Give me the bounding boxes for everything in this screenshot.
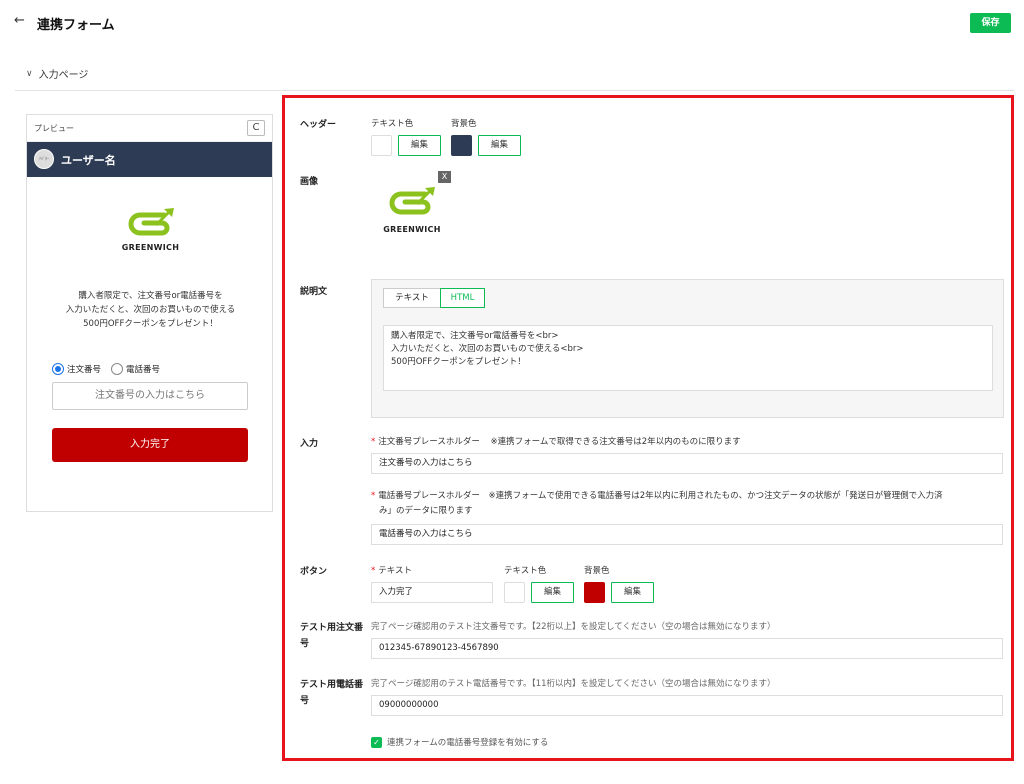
test-phone-hint: 完了ページ確認用のテスト電話番号です。【11桁以内】を設定してください（空の場合… [371,679,776,689]
order-placeholder-label: 注文番号プレースホルダー [378,437,480,447]
description-editor: テキスト HTML 購入者限定で、注文番号or電話番号を<br> 入力いただくと… [371,279,1004,418]
preview-order-input[interactable]: 注文番号の入力はこちら [52,382,248,410]
save-button[interactable]: 保存 [970,13,1011,33]
page-title: 連携フォーム [37,18,115,33]
close-icon[interactable]: X [438,171,451,183]
preview-submit-button[interactable]: 入力完了 [52,428,248,462]
test-order-label-line: 号 [300,639,310,649]
radio-unselected-icon[interactable] [111,363,124,375]
logo-text: GREENWICH [121,243,180,252]
radio-selected-icon[interactable] [52,363,64,375]
preview-description-line: 500円OFFクーポンをプレゼント！ [83,319,218,329]
header-text-color-edit-button[interactable]: 編集 [398,135,441,156]
header-bg-color-label: 背景色 [451,119,477,129]
button-bg-color-swatch[interactable] [584,582,605,603]
button-bg-color-edit-button[interactable]: 編集 [611,582,654,603]
radio-order-number[interactable]: 注文番号 [52,363,101,375]
preview-header: プレビュー C [27,115,272,142]
settings-panel: ヘッダー テキスト色 背景色 編集 編集 画像 X GREENWICH 説明文 … [282,95,1014,761]
avatar: ｱﾊﾞﾀｰ [34,149,54,169]
image-thumbnail: GREENWICH [379,186,445,234]
header-bg-color-swatch[interactable] [451,135,472,156]
order-note: ※連携フォームで取得できる注文番号は2年以内のものに限ります [490,437,741,447]
test-phone-label-line: テスト用電話番 [300,680,364,690]
test-phone-label-line: 号 [300,696,310,706]
tab-text[interactable]: テキスト [383,288,441,308]
radio-label: 電話番号 [126,365,161,375]
required-mark: * [371,566,376,576]
order-placeholder-label-row: * 注文番号プレースホルダー ※連携フォームで取得できる注文番号は2年以内のものに… [371,435,741,447]
required-mark: * [371,491,376,501]
test-order-label: テスト用注文番 号 [300,620,363,652]
description-label: 説明文 [300,287,328,297]
divider [15,90,1015,91]
button-text-field[interactable]: 入力完了 [371,582,493,603]
input-label: 入力 [300,439,319,449]
header-label: ヘッダー [300,120,337,130]
test-order-field[interactable]: 012345-67890123-4567890 [371,638,1003,659]
description-textarea[interactable]: 購入者限定で、注文番号or電話番号を<br> 入力いただくと、次回のお買いもので… [383,325,993,391]
preview-description-line: 入力いただくと、次回のお買いもので使える [65,305,236,315]
enable-phone-registration-row[interactable]: ✓ 連携フォームの電話番号登録を有効にする [371,736,548,748]
button-text-label-row: * テキスト [371,564,412,576]
preview-logo: GREENWICH [27,207,274,252]
radio-label: 注文番号 [67,365,102,375]
radio-phone-number[interactable]: 電話番号 [111,363,160,375]
greenwich-logo-icon [389,187,435,215]
input-page-section-toggle[interactable]: ∨ 入力ページ [26,66,89,82]
phone-placeholder-label-row: * 電話番号プレースホルダー ※連携フォームで使用できる電話番号は2年以内に利用さ… [371,489,1003,519]
image-label: 画像 [300,177,319,187]
button-label: ボタン [300,567,328,577]
button-text-color-label: テキスト色 [504,566,547,576]
test-phone-label: テスト用電話番 号 [300,677,363,709]
top-bar: ← 連携フォーム 保存 [0,0,1024,46]
button-text-color-edit-button[interactable]: 編集 [531,582,574,603]
preview-panel: プレビュー C ｱﾊﾞﾀｰ ユーザー名 GREENWICH 購入者限定で、注文番… [26,114,273,512]
checkbox-checked-icon[interactable]: ✓ [371,736,382,748]
username: ユーザー名 [61,154,116,167]
required-mark: * [371,437,376,447]
enable-phone-registration-label: 連携フォームの電話番号登録を有効にする [387,738,549,748]
phone-placeholder-label: 電話番号プレースホルダー [378,491,480,501]
greenwich-logo-icon [128,208,174,236]
order-placeholder-field[interactable]: 注文番号の入力はこちら [371,453,1003,474]
logo-text: GREENWICH [383,225,441,234]
test-phone-field[interactable]: 09000000000 [371,695,1003,716]
input-type-radios: 注文番号 電話番号 [52,363,160,375]
preview-description: 購入者限定で、注文番号or電話番号を 入力いただくと、次回のお買いもので使える … [37,289,264,331]
preview-label: プレビュー [34,124,74,133]
chevron-down-icon: ∨ [26,68,33,79]
refresh-icon[interactable]: C [247,120,265,136]
header-text-color-label: テキスト色 [371,119,414,129]
phone-placeholder-field[interactable]: 電話番号の入力はこちら [371,524,1003,545]
test-order-label-line: テスト用注文番 [300,623,364,633]
section-label: 入力ページ [38,70,89,81]
preview-description-line: 購入者限定で、注文番号or電話番号を [78,291,223,301]
button-text-color-swatch[interactable] [504,582,525,603]
tab-html[interactable]: HTML [440,288,485,308]
phone-note-continued: み」のデータに限ります [379,506,473,516]
header-text-color-swatch[interactable] [371,135,392,156]
header-bg-color-edit-button[interactable]: 編集 [478,135,521,156]
phone-note: ※連携フォームで使用できる電話番号は2年以内に利用されたもの、かつ注文データの状… [488,491,943,501]
button-text-label: テキスト [378,566,412,576]
button-bg-color-label: 背景色 [584,566,610,576]
test-order-hint: 完了ページ確認用のテスト注文番号です。【22桁以上】を設定してください（空の場合… [371,622,776,632]
preview-header-bar: ｱﾊﾞﾀｰ ユーザー名 [27,142,272,177]
back-arrow-icon[interactable]: ← [14,13,25,28]
